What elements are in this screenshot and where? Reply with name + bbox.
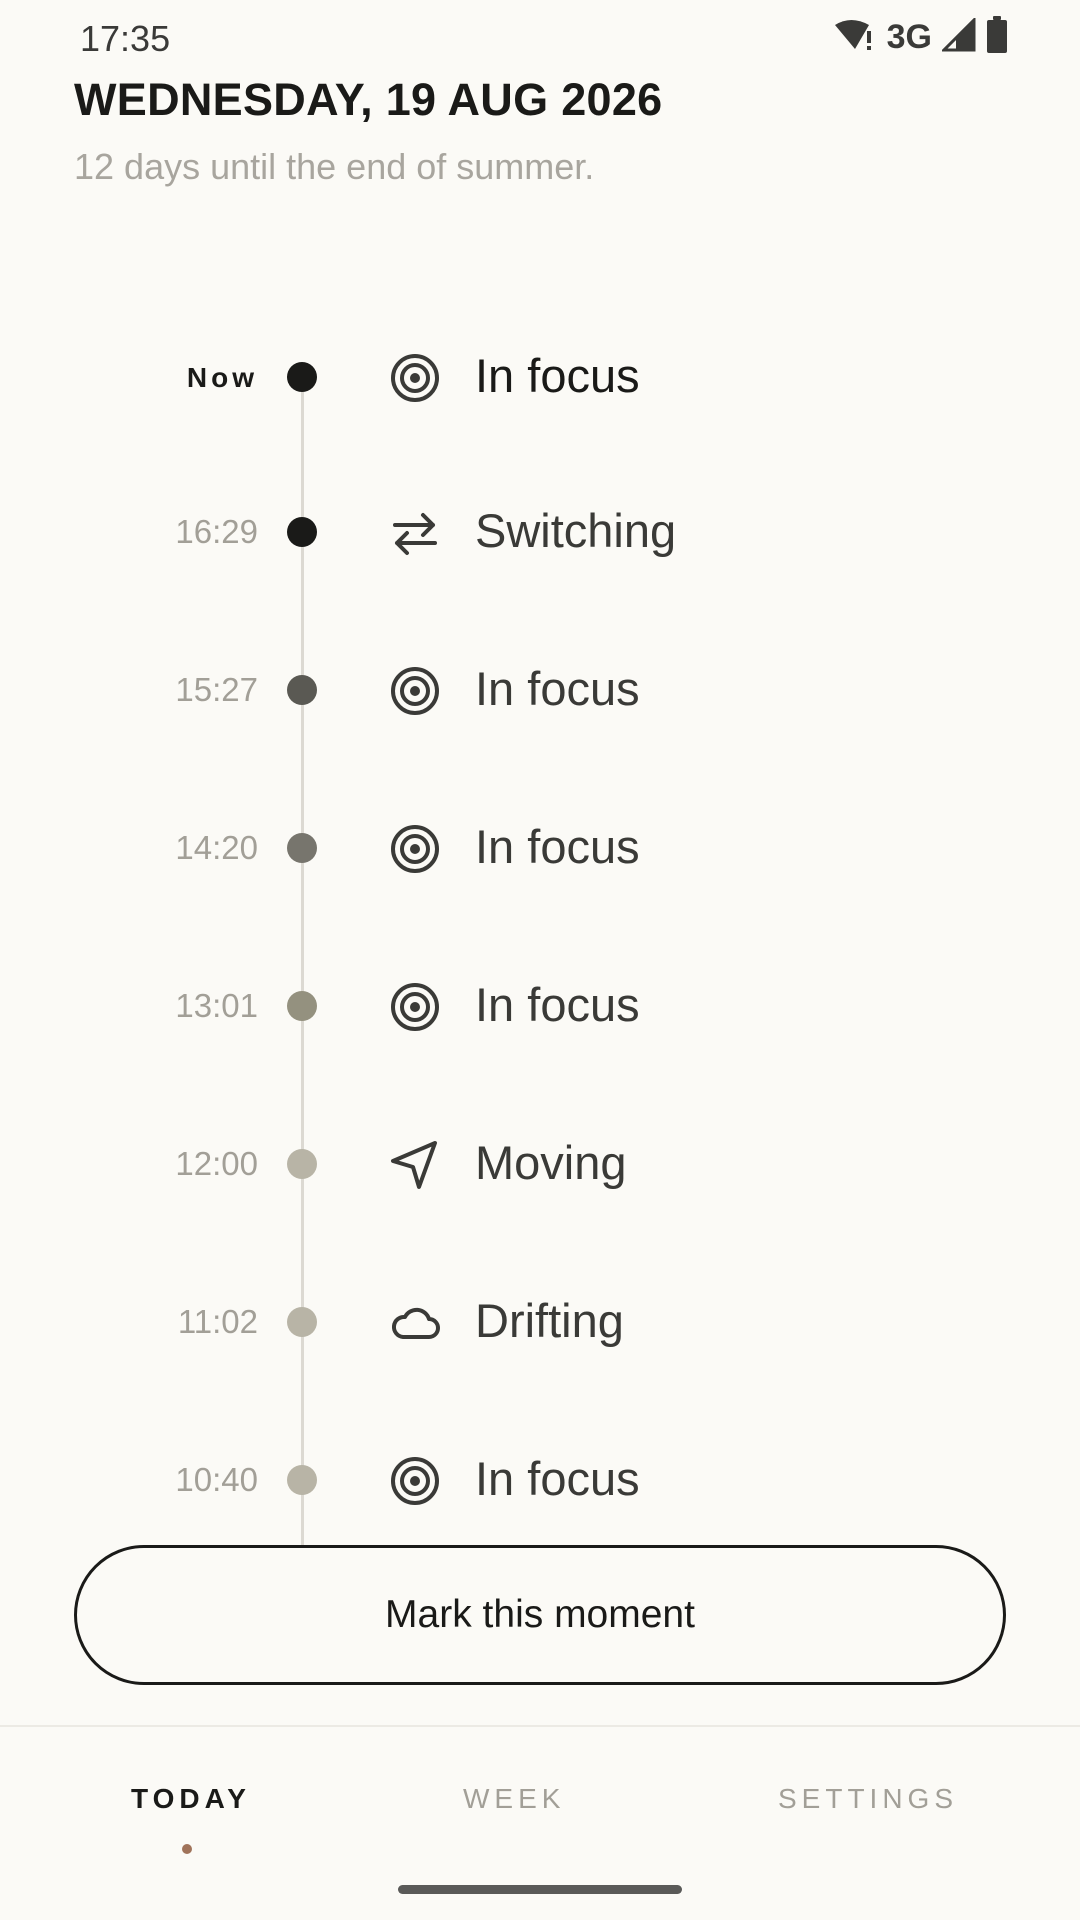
timeline-entry[interactable]: Now In focus <box>0 332 1080 422</box>
timeline: Now In focus 16:29 Switching 15:27 In fo… <box>0 300 1080 1548</box>
status-icons: 3G <box>833 16 1008 59</box>
home-indicator[interactable] <box>398 1885 682 1894</box>
timeline-dot <box>287 1307 317 1337</box>
tab-settings[interactable]: SETTINGS <box>778 1783 958 1815</box>
active-tab-indicator <box>182 1844 192 1854</box>
target-icon <box>389 352 441 404</box>
navigation-arrow-icon <box>389 1139 441 1191</box>
network-type: 3G <box>886 18 932 56</box>
timeline-dot <box>287 991 317 1021</box>
entry-label: In focus <box>475 978 640 1031</box>
mark-moment-button[interactable]: Mark this moment <box>74 1545 1006 1685</box>
timeline-entry[interactable]: 10:40 In focus <box>0 1435 1080 1525</box>
tab-today[interactable]: TODAY <box>131 1783 251 1815</box>
target-icon <box>389 1455 441 1507</box>
timeline-dot <box>287 362 317 392</box>
entry-label: In focus <box>475 662 640 715</box>
today-screen: 17:35 3G WEDNESDAY, 19 AUG 2026 12 days … <box>0 0 1080 1920</box>
entry-label: In focus <box>475 820 640 873</box>
entry-time: 10:40 <box>175 1461 258 1498</box>
timeline-entry[interactable]: 14:20 In focus <box>0 803 1080 893</box>
timeline-dot <box>287 517 317 547</box>
switch-arrows-icon <box>389 507 441 559</box>
timeline-entry[interactable]: 11:02 Drifting <box>0 1277 1080 1367</box>
summer-countdown: 12 days until the end of summer. <box>74 146 595 187</box>
entry-time: Now <box>186 362 258 393</box>
page-title: WEDNESDAY, 19 AUG 2026 <box>74 74 663 125</box>
timeline-dot <box>287 1149 317 1179</box>
timeline-dot <box>287 1465 317 1495</box>
timeline-entry[interactable]: 12:00 Moving <box>0 1119 1080 1209</box>
entry-label: Moving <box>475 1136 627 1189</box>
timeline-entry[interactable]: 16:29 Switching <box>0 487 1080 577</box>
timeline-dot <box>287 675 317 705</box>
entry-time: 14:20 <box>175 829 258 866</box>
entry-time: 13:01 <box>175 987 258 1024</box>
bottom-nav: TODAY WEEK SETTINGS <box>0 1725 1080 1920</box>
cloud-icon <box>389 1297 441 1349</box>
entry-time: 11:02 <box>177 1303 258 1340</box>
tab-week[interactable]: WEEK <box>463 1783 565 1815</box>
signal-icon <box>940 16 976 57</box>
entry-label: Drifting <box>475 1294 624 1347</box>
target-icon <box>389 665 441 717</box>
timeline-entry[interactable]: 13:01 In focus <box>0 961 1080 1051</box>
entry-label: In focus <box>475 1452 640 1505</box>
timeline-dot <box>287 833 317 863</box>
target-icon <box>389 823 441 875</box>
target-icon <box>389 981 441 1033</box>
status-time: 17:35 <box>80 18 171 59</box>
entry-time: 16:29 <box>175 513 258 550</box>
entry-label: In focus <box>475 349 640 402</box>
wifi-alert-icon <box>833 17 877 58</box>
entry-label: Switching <box>475 504 677 557</box>
timeline-entry[interactable]: 15:27 In focus <box>0 645 1080 735</box>
entry-time: 12:00 <box>175 1145 258 1182</box>
status-bar: 17:35 3G <box>0 0 1080 74</box>
battery-icon <box>986 16 1008 59</box>
entry-time: 15:27 <box>175 671 258 708</box>
